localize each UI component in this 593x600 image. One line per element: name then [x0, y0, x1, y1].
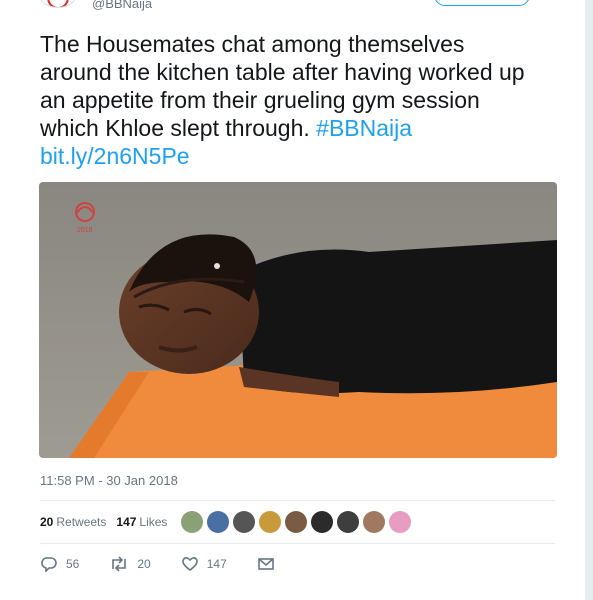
liker-avatar-1[interactable] [181, 511, 204, 533]
reply-count: 56 [66, 557, 80, 571]
tweet-text: The Housemates chat among themselves aro… [40, 30, 540, 170]
liker-avatar-4[interactable] [259, 511, 282, 533]
retweets-label: Retweets [56, 515, 107, 529]
author-handle[interactable]: @BBNaija [92, 0, 152, 11]
retweet-icon [112, 556, 127, 572]
liker-avatar-5[interactable] [285, 511, 308, 533]
liker-avatar-7[interactable] [337, 511, 360, 533]
liker-avatar-6[interactable] [311, 511, 334, 533]
tweet-timestamp[interactable]: 11:58 PM - 30 Jan 2018 [40, 473, 178, 488]
message-icon [257, 558, 274, 570]
retweet-button[interactable]: 20 [109, 556, 151, 572]
liker-avatar-2[interactable] [207, 511, 230, 533]
follow-button[interactable] [434, 0, 530, 6]
liker-avatar-8[interactable] [363, 511, 386, 533]
engagement-stats: 20 Retweets 147 Likes [40, 511, 415, 533]
tweet-actions: 56 20 147 [40, 556, 313, 572]
author-avatar[interactable] [40, 0, 76, 8]
liker-avatar-9[interactable] [389, 511, 412, 533]
likes-stat[interactable]: 147 Likes [116, 515, 167, 529]
likes-label: Likes [139, 515, 168, 529]
retweet-count: 20 [137, 557, 151, 571]
liker-avatar-3[interactable] [233, 511, 256, 533]
direct-message-button[interactable] [257, 556, 283, 572]
black-shirt [239, 240, 557, 394]
liker-avatars [181, 511, 415, 533]
reply-icon [41, 557, 57, 572]
like-count: 147 [206, 557, 227, 571]
tweet-body: The Housemates chat among themselves aro… [40, 31, 525, 141]
likes-count: 147 [116, 515, 137, 529]
retweets-count: 20 [40, 515, 54, 529]
divider-bottom [40, 543, 555, 544]
url-link[interactable]: bit.ly/2n6N5Pe [40, 143, 190, 169]
watermark-year: 2018 [77, 227, 93, 234]
photo-woman-sleeping-on-mat: 2018 [39, 182, 557, 458]
hashtag-link[interactable]: #BBNaija [316, 115, 412, 141]
tweet-photo[interactable]: 2018 [39, 182, 557, 458]
divider-top [40, 500, 555, 501]
earring [214, 263, 220, 269]
page-right-border [585, 0, 593, 600]
reply-button[interactable]: 56 [40, 556, 79, 572]
retweets-stat[interactable]: 20 Retweets [40, 515, 106, 529]
like-button[interactable]: 147 [181, 556, 227, 572]
tweet-header: @BBNaija [40, 0, 530, 11]
heart-icon [181, 557, 198, 571]
